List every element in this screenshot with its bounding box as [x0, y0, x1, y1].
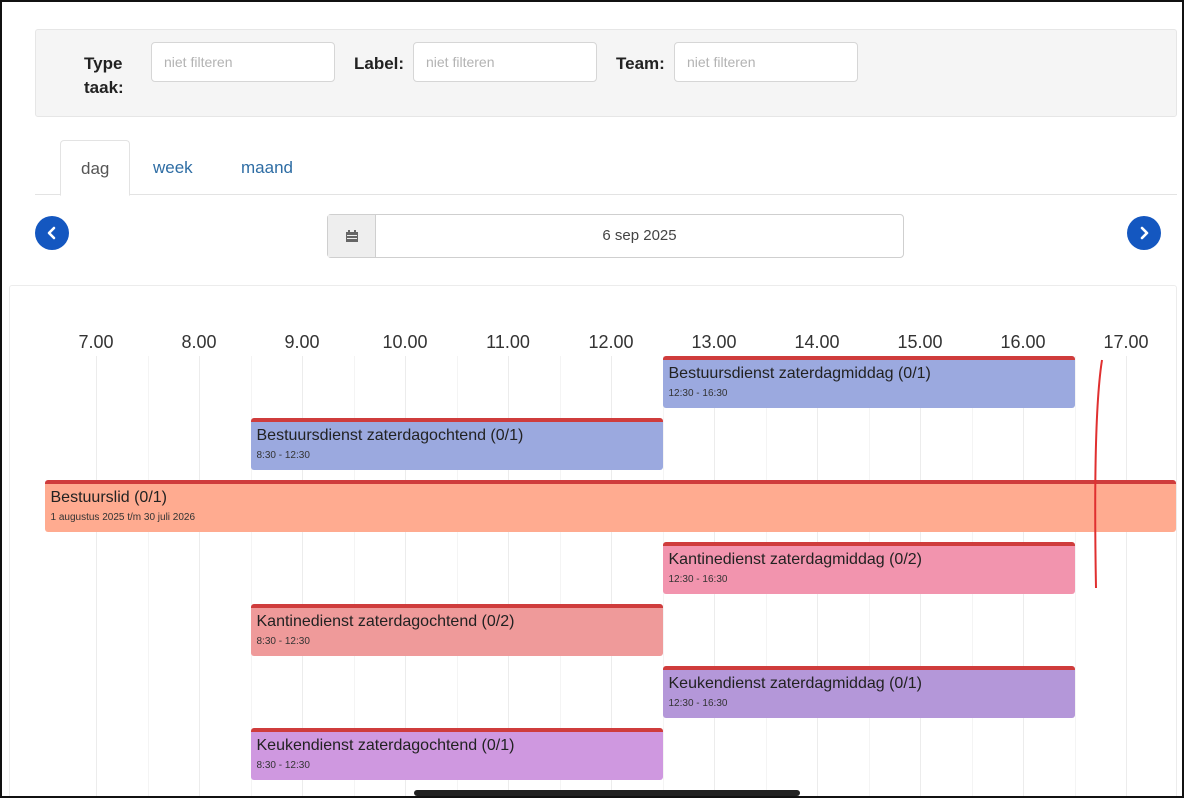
hour-label: 9.00 — [284, 332, 320, 352]
hour-label: 15.00 — [897, 332, 943, 352]
event-title: Keukendienst zaterdagmiddag (0/1) — [668, 675, 923, 692]
day-timeline: 7.00 8.00 9.00 10.00 11.00 12.00 13.00 14.00 15.… — [9, 285, 1177, 796]
half-hour-gridline — [1074, 356, 1076, 796]
hour-gridline — [199, 356, 200, 796]
event-title: Bestuurslid (0/1) — [50, 489, 168, 506]
event-title: Bestuursdienst zaterdagochtend (0/1) — [256, 427, 524, 444]
filter-bar: Type taak: Label: Team: — [35, 29, 1177, 117]
calendar-addon[interactable] — [328, 215, 376, 257]
date-picker[interactable]: 6 sep 2025 — [327, 214, 904, 258]
event-title: Bestuursdienst zaterdagmiddag (0/1) — [668, 365, 931, 382]
event-block[interactable]: Bestuursdienst zaterdagochtend (0/1) 8:30… — [250, 418, 663, 470]
calendar-icon — [345, 230, 358, 242]
event-time: 8:30 - 12:30 — [256, 636, 310, 647]
hour-label: 12.00 — [588, 332, 634, 352]
tab-week[interactable]: week — [133, 140, 213, 195]
label-filter-label: Label: — [354, 54, 405, 73]
hour-label: 17.00 — [1103, 332, 1149, 352]
hour-gridline — [1126, 356, 1127, 796]
event-block[interactable]: Kantinedienst zaterdagochtend (0/2) 8:30 … — [250, 604, 663, 656]
event-title: Kantinedienst zaterdagmiddag (0/2) — [668, 551, 923, 568]
event-block[interactable]: Kantinedienst zaterdagmiddag (0/2) 12:30 … — [662, 542, 1075, 594]
view-tabs: dag week maand — [35, 140, 1177, 196]
hour-label: 10.00 — [382, 332, 428, 352]
event-time: 12:30 - 16:30 — [668, 698, 728, 709]
event-title: Kantinedienst zaterdagochtend (0/2) — [256, 613, 515, 630]
label-filter-input[interactable] — [413, 42, 597, 82]
next-day-button[interactable] — [1127, 216, 1161, 250]
current-time-indicator — [1094, 359, 1103, 589]
event-time: 12:30 - 16:30 — [668, 574, 728, 585]
event-time: 8:30 - 12:30 — [256, 760, 310, 771]
tab-dag[interactable]: dag — [60, 140, 131, 196]
half-hour-gridline — [147, 356, 149, 796]
chevron-left-icon — [47, 226, 56, 240]
hour-label: 7.00 — [78, 332, 114, 352]
hour-label: 16.00 — [1000, 332, 1046, 352]
hour-gridline — [96, 356, 97, 796]
horizontal-scrollbar[interactable] — [414, 790, 800, 796]
team-filter-input[interactable] — [674, 42, 858, 82]
chevron-right-icon — [1140, 226, 1149, 240]
hour-label: 14.00 — [794, 332, 840, 352]
event-block[interactable]: Bestuursdienst zaterdagmiddag (0/1) 12:30… — [662, 356, 1075, 408]
hour-label: 13.00 — [691, 332, 737, 352]
app-frame: Type taak: Label: Team: dag week maand 6… — [0, 0, 1184, 798]
current-date: 6 sep 2025 — [602, 227, 677, 244]
event-time: 12:30 - 16:30 — [668, 388, 728, 399]
hour-label: 8.00 — [181, 332, 217, 352]
event-block[interactable]: Keukendienst zaterdagmiddag (0/1) 12:30 -… — [662, 666, 1075, 718]
event-block[interactable]: Keukendienst zaterdagochtend (0/1) 8:30 -… — [250, 728, 663, 780]
tab-maand[interactable]: maand — [221, 140, 313, 195]
type-taak-label: Type taak: — [84, 54, 124, 97]
prev-day-button[interactable] — [35, 216, 69, 250]
event-title: Keukendienst zaterdagochtend (0/1) — [256, 737, 515, 754]
event-block[interactable]: Bestuurslid (0/1) 1 augustus 2025 t/m 30 … — [44, 480, 1176, 532]
event-time: 1 augustus 2025 t/m 30 juli 2026 — [50, 512, 196, 523]
hour-label: 11.00 — [486, 332, 530, 352]
event-time: 8:30 - 12:30 — [256, 450, 310, 461]
type-taak-input[interactable] — [151, 42, 335, 82]
team-filter-label: Team: — [616, 54, 665, 73]
